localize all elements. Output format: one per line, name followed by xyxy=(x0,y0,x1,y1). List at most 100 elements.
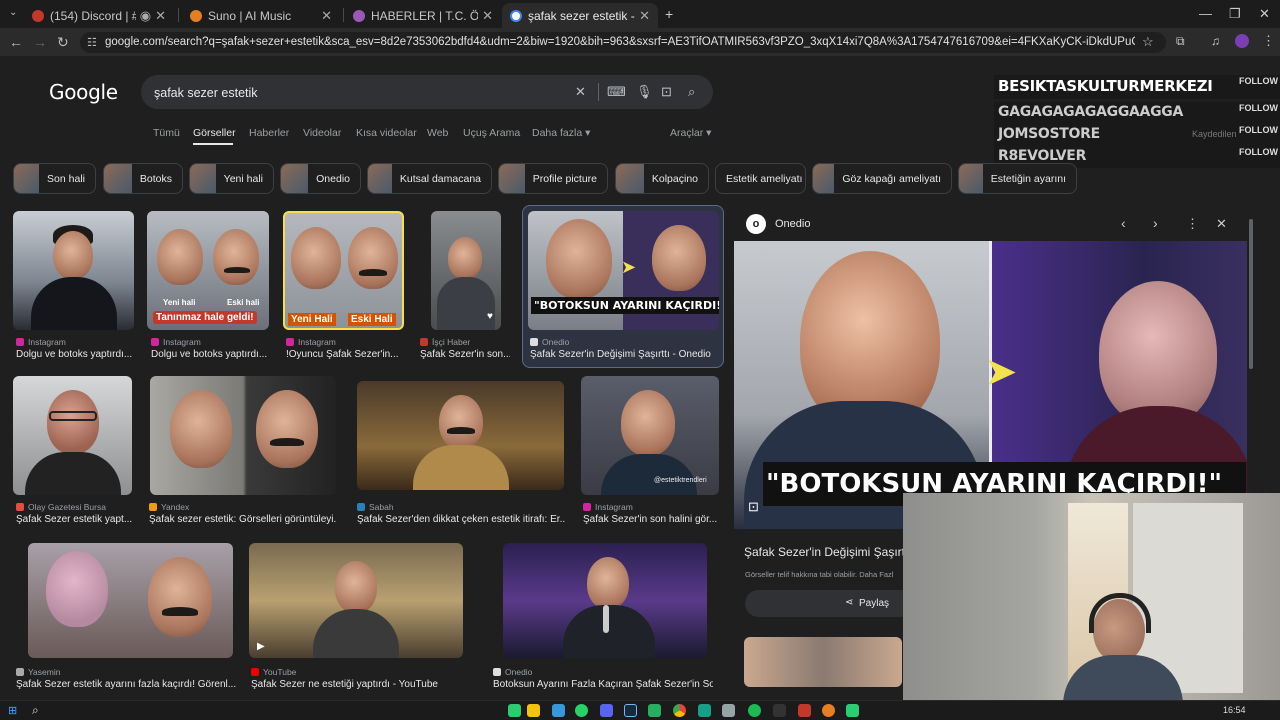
app-icon[interactable] xyxy=(846,704,859,717)
chip-estetik-ameliyati[interactable]: Estetik ameliyatı xyxy=(715,163,806,194)
chip-son-hali[interactable]: Son hali xyxy=(13,163,96,194)
clock[interactable]: 16:54 xyxy=(1223,705,1246,715)
result-image[interactable] xyxy=(357,381,564,490)
result-caption[interactable]: Şafak Sezer'in son halini gör... xyxy=(583,514,719,525)
result-image[interactable]: ➤ "BOTOKSUN AYARINI KAÇIRDI!" xyxy=(528,211,719,330)
app-icon[interactable] xyxy=(698,704,711,717)
google-logo[interactable]: Google xyxy=(49,80,118,104)
result-image[interactable]: Yeni Hali Eski Hali xyxy=(283,211,404,330)
close-icon[interactable]: ✕ xyxy=(1216,216,1227,232)
play-icon[interactable]: ▶ xyxy=(257,641,265,652)
chip-goz-kapagi[interactable]: Göz kapağı ameliyatı xyxy=(812,163,952,194)
result-caption[interactable]: !Oyuncu Şafak Sezer'in... xyxy=(286,349,404,360)
scrollbar[interactable] xyxy=(1249,219,1253,369)
result-caption[interactable]: Dolgu ve botoks yaptırdı... xyxy=(151,349,269,360)
keyboard-icon[interactable]: ⌨ xyxy=(607,84,626,100)
chip-estetigin-ayarini[interactable]: Estetiğin ayarını xyxy=(958,163,1077,194)
result-image[interactable]: ♥ xyxy=(431,211,501,330)
tradingview-icon[interactable] xyxy=(773,704,786,717)
chip-botoks[interactable]: Botoks xyxy=(103,163,183,194)
close-icon[interactable]: ✕ xyxy=(321,8,332,24)
result-caption[interactable]: Şafak sezer estetik: Görselleri görüntül… xyxy=(149,514,337,525)
menu-icon[interactable]: ⋮ xyxy=(1262,33,1275,49)
close-icon[interactable]: ✕ xyxy=(155,8,166,24)
restore-icon[interactable]: ❐ xyxy=(1229,6,1241,22)
tab-haberler[interactable]: HABERLER | T.C. Ödemiş Beledi... ✕ xyxy=(345,3,501,28)
taskbar-search-icon[interactable]: ⌕ xyxy=(32,703,39,718)
lens-icon[interactable]: ⊡ xyxy=(661,84,672,100)
chip-kutsal-damacana[interactable]: Kutsal damacana xyxy=(367,163,492,194)
preview-title[interactable]: Şafak Sezer'in Değişimi Şaşırtt xyxy=(744,545,908,559)
forward-icon[interactable]: → xyxy=(33,34,47,50)
result-caption[interactable]: Şafak Sezer'in son... xyxy=(420,349,510,360)
result-image[interactable]: @estetiktrendleri xyxy=(581,376,719,495)
app-icon[interactable] xyxy=(600,704,613,717)
result-caption[interactable]: Şafak Sezer'in Değişimi Şaşırttı - Onedi… xyxy=(530,349,720,360)
result-caption[interactable]: Şafak Sezer estetik yapt... xyxy=(16,514,134,525)
result-image[interactable]: Yeni hali Eski hali Tanınmaz hale geldi! xyxy=(147,211,269,330)
reload-icon[interactable]: ↻ xyxy=(57,34,69,51)
clear-icon[interactable]: ✕ xyxy=(575,84,586,100)
tab-short-videos[interactable]: Kısa videolar xyxy=(356,127,417,139)
url-text[interactable]: google.com/search?q=şafak+sezer+estetik&… xyxy=(105,36,1135,48)
app-icon[interactable] xyxy=(722,704,735,717)
tab-images[interactable]: Görseller xyxy=(193,127,236,139)
site-info-icon[interactable]: ☷ xyxy=(87,36,97,49)
result-caption[interactable]: Botoksun Ayarını Fazla Kaçıran Şafak Sez… xyxy=(493,679,713,690)
result-image[interactable] xyxy=(13,376,132,495)
search-icon[interactable]: ⌕ xyxy=(688,84,695,100)
windows-start-icon[interactable]: ⊞ xyxy=(8,704,17,717)
bookmark-star-icon[interactable]: ☆ xyxy=(1142,34,1154,50)
more-options-icon[interactable]: ⋮ xyxy=(1186,216,1199,232)
related-image[interactable] xyxy=(744,637,902,687)
app-icon[interactable] xyxy=(648,704,661,717)
previous-icon[interactable]: ‹ xyxy=(1121,215,1126,231)
app-icon[interactable] xyxy=(552,704,565,717)
microphone-icon[interactable]: 🎙 xyxy=(636,84,653,100)
tab-discord[interactable]: (154) Discord | # ... chat | ... ◉ ✕ xyxy=(24,3,174,28)
tab-flights[interactable]: Uçuş Arama xyxy=(463,127,520,139)
tools-button[interactable]: Araçlar ▾ xyxy=(670,127,711,139)
minimize-icon[interactable]: — xyxy=(1199,6,1212,21)
result-image[interactable] xyxy=(28,543,233,658)
lens-icon[interactable]: ⊡ xyxy=(748,499,759,515)
tab-videos[interactable]: Videolar xyxy=(303,127,341,139)
tab-web[interactable]: Web xyxy=(427,127,448,139)
result-caption[interactable]: Şafak Sezer estetik ayarını fazla kaçırd… xyxy=(16,679,236,690)
profile-avatar[interactable] xyxy=(1235,34,1249,48)
tab-all[interactable]: Tümü xyxy=(153,127,180,139)
close-icon[interactable]: ✕ xyxy=(482,8,493,24)
result-caption[interactable]: Şafak Sezer ne estetiği yaptırdı - YouTu… xyxy=(251,679,465,690)
result-image[interactable] xyxy=(503,543,707,658)
result-image[interactable] xyxy=(13,211,134,330)
tab-suno[interactable]: Suno | AI Music ✕ xyxy=(182,3,340,28)
tab-more[interactable]: Daha fazla ▾ xyxy=(532,127,590,139)
search-input[interactable]: şafak sezer estetik xyxy=(154,86,258,100)
steam-icon[interactable] xyxy=(624,704,637,717)
file-explorer-icon[interactable] xyxy=(527,704,540,717)
close-window-icon[interactable]: ✕ xyxy=(1259,6,1270,22)
result-image[interactable] xyxy=(150,376,336,495)
tab-google-search[interactable]: şafak sezer estetik - Google'da... ✕ xyxy=(502,3,658,28)
heart-icon[interactable]: ♥ xyxy=(487,311,493,322)
chip-kolpacino[interactable]: Kolpaçino xyxy=(615,163,709,194)
result-caption[interactable]: Dolgu ve botoks yaptırdı... xyxy=(16,349,134,360)
result-image[interactable]: ▶ xyxy=(249,543,463,658)
new-tab-button[interactable]: + xyxy=(665,6,673,22)
next-icon[interactable]: › xyxy=(1153,215,1158,231)
whatsapp-icon[interactable] xyxy=(575,704,588,717)
preview-source[interactable]: Onedio xyxy=(775,218,810,230)
app-icon[interactable] xyxy=(822,704,835,717)
media-icon[interactable]: ♫ xyxy=(1211,34,1220,48)
copilot-icon[interactable] xyxy=(508,704,521,717)
chip-profile-picture[interactable]: Profile picture xyxy=(498,163,608,194)
tab-search-icon[interactable]: ⌄ xyxy=(9,7,17,18)
chrome-icon[interactable] xyxy=(673,704,686,717)
chip-onedio[interactable]: Onedio xyxy=(280,163,361,194)
spotify-icon[interactable] xyxy=(748,704,761,717)
app-icon[interactable] xyxy=(798,704,811,717)
chip-yeni-hali[interactable]: Yeni hali xyxy=(189,163,274,194)
tab-news[interactable]: Haberler xyxy=(249,127,289,139)
back-icon[interactable]: ← xyxy=(9,34,23,50)
close-icon[interactable]: ✕ xyxy=(639,8,650,24)
